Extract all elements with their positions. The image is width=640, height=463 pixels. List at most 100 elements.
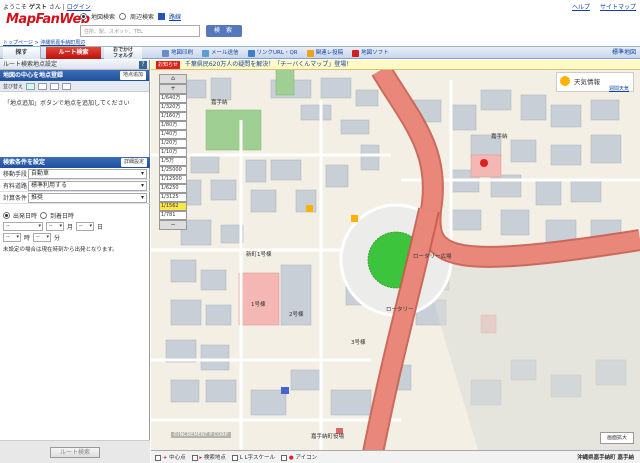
zoom-level-12[interactable]: 1/1562: [159, 202, 187, 211]
legend-center-label: 中心点: [169, 455, 186, 461]
map-label-market: 新町1号棟: [246, 252, 272, 258]
zoom-in-button[interactable]: +: [159, 84, 187, 94]
sort-reverse-button[interactable]: [50, 82, 60, 90]
related-post-item[interactable]: 関連レ投稿: [306, 47, 344, 59]
zoom-level-0[interactable]: 1/640万: [159, 94, 187, 103]
legend-center[interactable]: + 中心点: [155, 453, 186, 461]
legend-search-point-label: 検索地点: [203, 455, 226, 461]
welcome-prefix: ようこそ: [3, 4, 28, 11]
legend-search-point[interactable]: ▸ 検索地点: [191, 453, 226, 461]
news-ticker[interactable]: お知らせ 千葉県民620万人の疑問を解決！「チーバくんマップ」登場！: [151, 60, 640, 70]
crosshair-icon: +: [162, 455, 168, 461]
radio-map-label: 地図検索: [91, 14, 116, 21]
sort-up-button[interactable]: [26, 82, 36, 90]
tab-folder-bottom: フォルダ: [112, 53, 133, 59]
standard-map-link[interactable]: 標準地図: [612, 47, 636, 59]
link-url-item[interactable]: リンクURL・QR: [247, 47, 298, 59]
time-note: 未設定の場合は現在時刻から出発となります。: [3, 247, 118, 253]
zoom-level-5[interactable]: 1/20万: [159, 139, 187, 148]
point-header: 地図の中心を地点登録 地点追加: [0, 70, 149, 81]
map-view[interactable]: 嘉手納 嘉手納 ロータリー広場 ロータリー 1号棟 2号棟 3号棟 新町1号棟 …: [151, 60, 640, 463]
icon-checkbox[interactable]: [281, 454, 288, 461]
tab-outing-folder[interactable]: おでかけ フォルダ: [104, 47, 142, 59]
post-icon: [306, 49, 314, 57]
tab-search[interactable]: 探す: [3, 47, 41, 59]
conditions-header: 検索条件を設定 詳細設定: [0, 157, 150, 168]
search-input[interactable]: 住所、駅、スポット、TEL: [80, 25, 200, 37]
arrive-label: 到着日時: [50, 213, 75, 220]
zoom-level-1[interactable]: 1/320万: [159, 103, 187, 112]
map-label-green-plaza: ロータリー広場: [413, 254, 452, 260]
login-link[interactable]: ログイン: [67, 4, 91, 11]
current-address: 沖縄県嘉手納町 嘉手納: [577, 455, 634, 461]
transport-select[interactable]: 自動車: [28, 168, 147, 179]
print-map-item[interactable]: 地図印刷: [162, 47, 193, 59]
help-icon[interactable]: ?: [139, 61, 147, 69]
hour-unit: 時: [24, 235, 31, 242]
top-links: ヘルプ サイトマップ: [564, 2, 636, 11]
year-select[interactable]: --: [3, 222, 43, 231]
mail-send-item[interactable]: メール送信: [202, 47, 239, 59]
sitemap-link[interactable]: サイトマップ: [600, 4, 636, 11]
day-select[interactable]: --: [76, 222, 95, 231]
day-unit: 日: [97, 224, 104, 231]
map-software-item[interactable]: 地図ソフト: [352, 47, 389, 59]
software-icon: [352, 49, 360, 57]
route-checkbox[interactable]: [158, 13, 166, 20]
zoom-level-3[interactable]: 1/80万: [159, 121, 187, 130]
radio-map-search[interactable]: [80, 13, 87, 20]
zoom-level-10[interactable]: 1/6250: [159, 184, 187, 193]
route-search-button[interactable]: ルート検索: [50, 447, 100, 458]
weather-widget[interactable]: 天気情報 週間天気: [556, 72, 634, 92]
depart-radio[interactable]: [3, 212, 10, 219]
toll-label: 有料道路: [3, 183, 28, 190]
fullscreen-button[interactable]: 画面拡大: [600, 432, 634, 444]
add-point-button[interactable]: 地点追加: [119, 71, 146, 80]
month-unit: 月: [67, 224, 74, 231]
map-tools: 地図印刷 メール送信 リンクURL・QR 関連レ投稿 地図ソフト: [162, 47, 389, 59]
scale-checkbox[interactable]: [231, 454, 238, 461]
zoom-level-11[interactable]: 1/3125: [159, 193, 187, 202]
sort-down-button[interactable]: [38, 82, 48, 90]
radio-nearby-search[interactable]: [119, 13, 127, 20]
zoom-level-4[interactable]: 1/40万: [159, 130, 187, 139]
zoom-level-8[interactable]: 1/25000: [159, 166, 187, 175]
breadcrumb: トップページ > 沖縄県嘉手納町周辺: [3, 40, 86, 46]
zoom-level-9[interactable]: 1/12500: [159, 175, 187, 184]
minute-select[interactable]: --: [33, 233, 52, 242]
month-select[interactable]: --: [46, 222, 64, 231]
welcome-text: ようこそ ゲスト さん | ログイン: [3, 4, 91, 11]
help-link[interactable]: ヘルプ: [572, 4, 590, 11]
zoom-level-6[interactable]: 1/10万: [159, 148, 187, 157]
zoom-out-button[interactable]: −: [159, 220, 187, 230]
search-button[interactable]: 検 索: [206, 25, 242, 37]
related-post-label: 関連レ投稿: [315, 50, 344, 56]
scale-icon: L: [239, 455, 243, 461]
arrive-radio[interactable]: [40, 212, 48, 219]
link-url-label: リンクURL・QR: [256, 50, 298, 56]
search-point-checkbox[interactable]: [191, 454, 198, 461]
weekly-weather-link[interactable]: 週間天気: [609, 85, 629, 92]
pin-icon: ●: [288, 455, 294, 461]
search-conditions: 検索条件を設定 詳細設定 移動手段 自動車 有料道路 標準利用する 計算条件 推…: [0, 157, 150, 257]
center-checkbox[interactable]: [155, 454, 161, 461]
zoom-level-13[interactable]: 1/781: [159, 211, 187, 220]
zoom-level-2[interactable]: 1/160万: [159, 112, 187, 121]
calc-select[interactable]: 推奨: [28, 192, 147, 203]
hour-select[interactable]: --: [3, 233, 21, 242]
route-check-label[interactable]: 路線: [169, 12, 181, 21]
zoom-home-button[interactable]: ⌂: [159, 74, 187, 84]
zoom-level-7[interactable]: 1/5万: [159, 157, 187, 166]
map-canvas[interactable]: [151, 60, 640, 463]
map-label-ward3: 3号棟: [351, 340, 366, 346]
sort-delete-button[interactable]: [62, 82, 72, 90]
ticker-message[interactable]: 千葉県民620万人の疑問を解決！「チーバくんマップ」登場！: [185, 61, 352, 68]
toll-select[interactable]: 標準利用する: [28, 180, 147, 191]
conditions-header-text: 検索条件を設定: [3, 159, 46, 166]
legend-scale[interactable]: L L字スケール: [231, 453, 275, 461]
legend-icon[interactable]: ● アイコン: [281, 453, 317, 461]
tab-route-search[interactable]: ルート検索: [46, 47, 101, 59]
logo[interactable]: MapFanWeb: [4, 12, 90, 30]
detail-settings-button[interactable]: 詳細設定: [120, 158, 147, 167]
transport-label: 移動手段: [3, 171, 28, 178]
